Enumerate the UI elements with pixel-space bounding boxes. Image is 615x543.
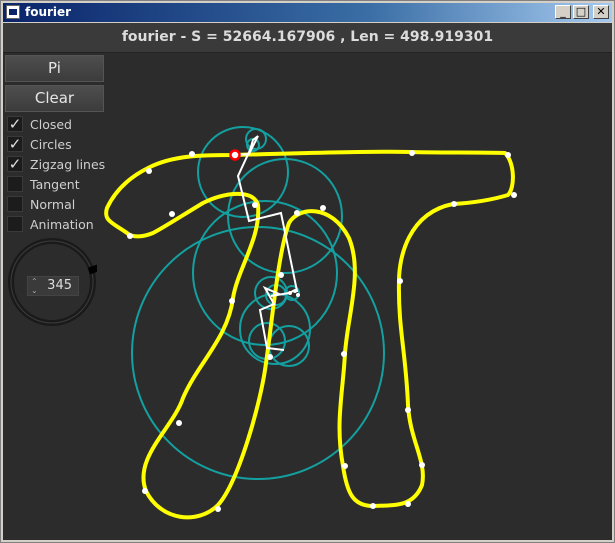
epicycle-circles [131,126,385,480]
app-window: fourier _ □ ✕ fourier - S = 52664.167906… [0,0,615,543]
current-point-marker [229,149,241,161]
title-bar[interactable]: fourier _ □ ✕ [3,3,612,22]
client-area: fourier - S = 52664.167906 , Len = 498.9… [3,23,612,540]
window-title: fourier [25,5,72,19]
close-button[interactable]: ✕ [593,5,609,19]
fourier-canvas[interactable] [3,23,612,540]
maximize-button[interactable]: □ [573,5,589,19]
app-icon [6,5,20,19]
minimize-button[interactable]: _ [555,5,571,19]
